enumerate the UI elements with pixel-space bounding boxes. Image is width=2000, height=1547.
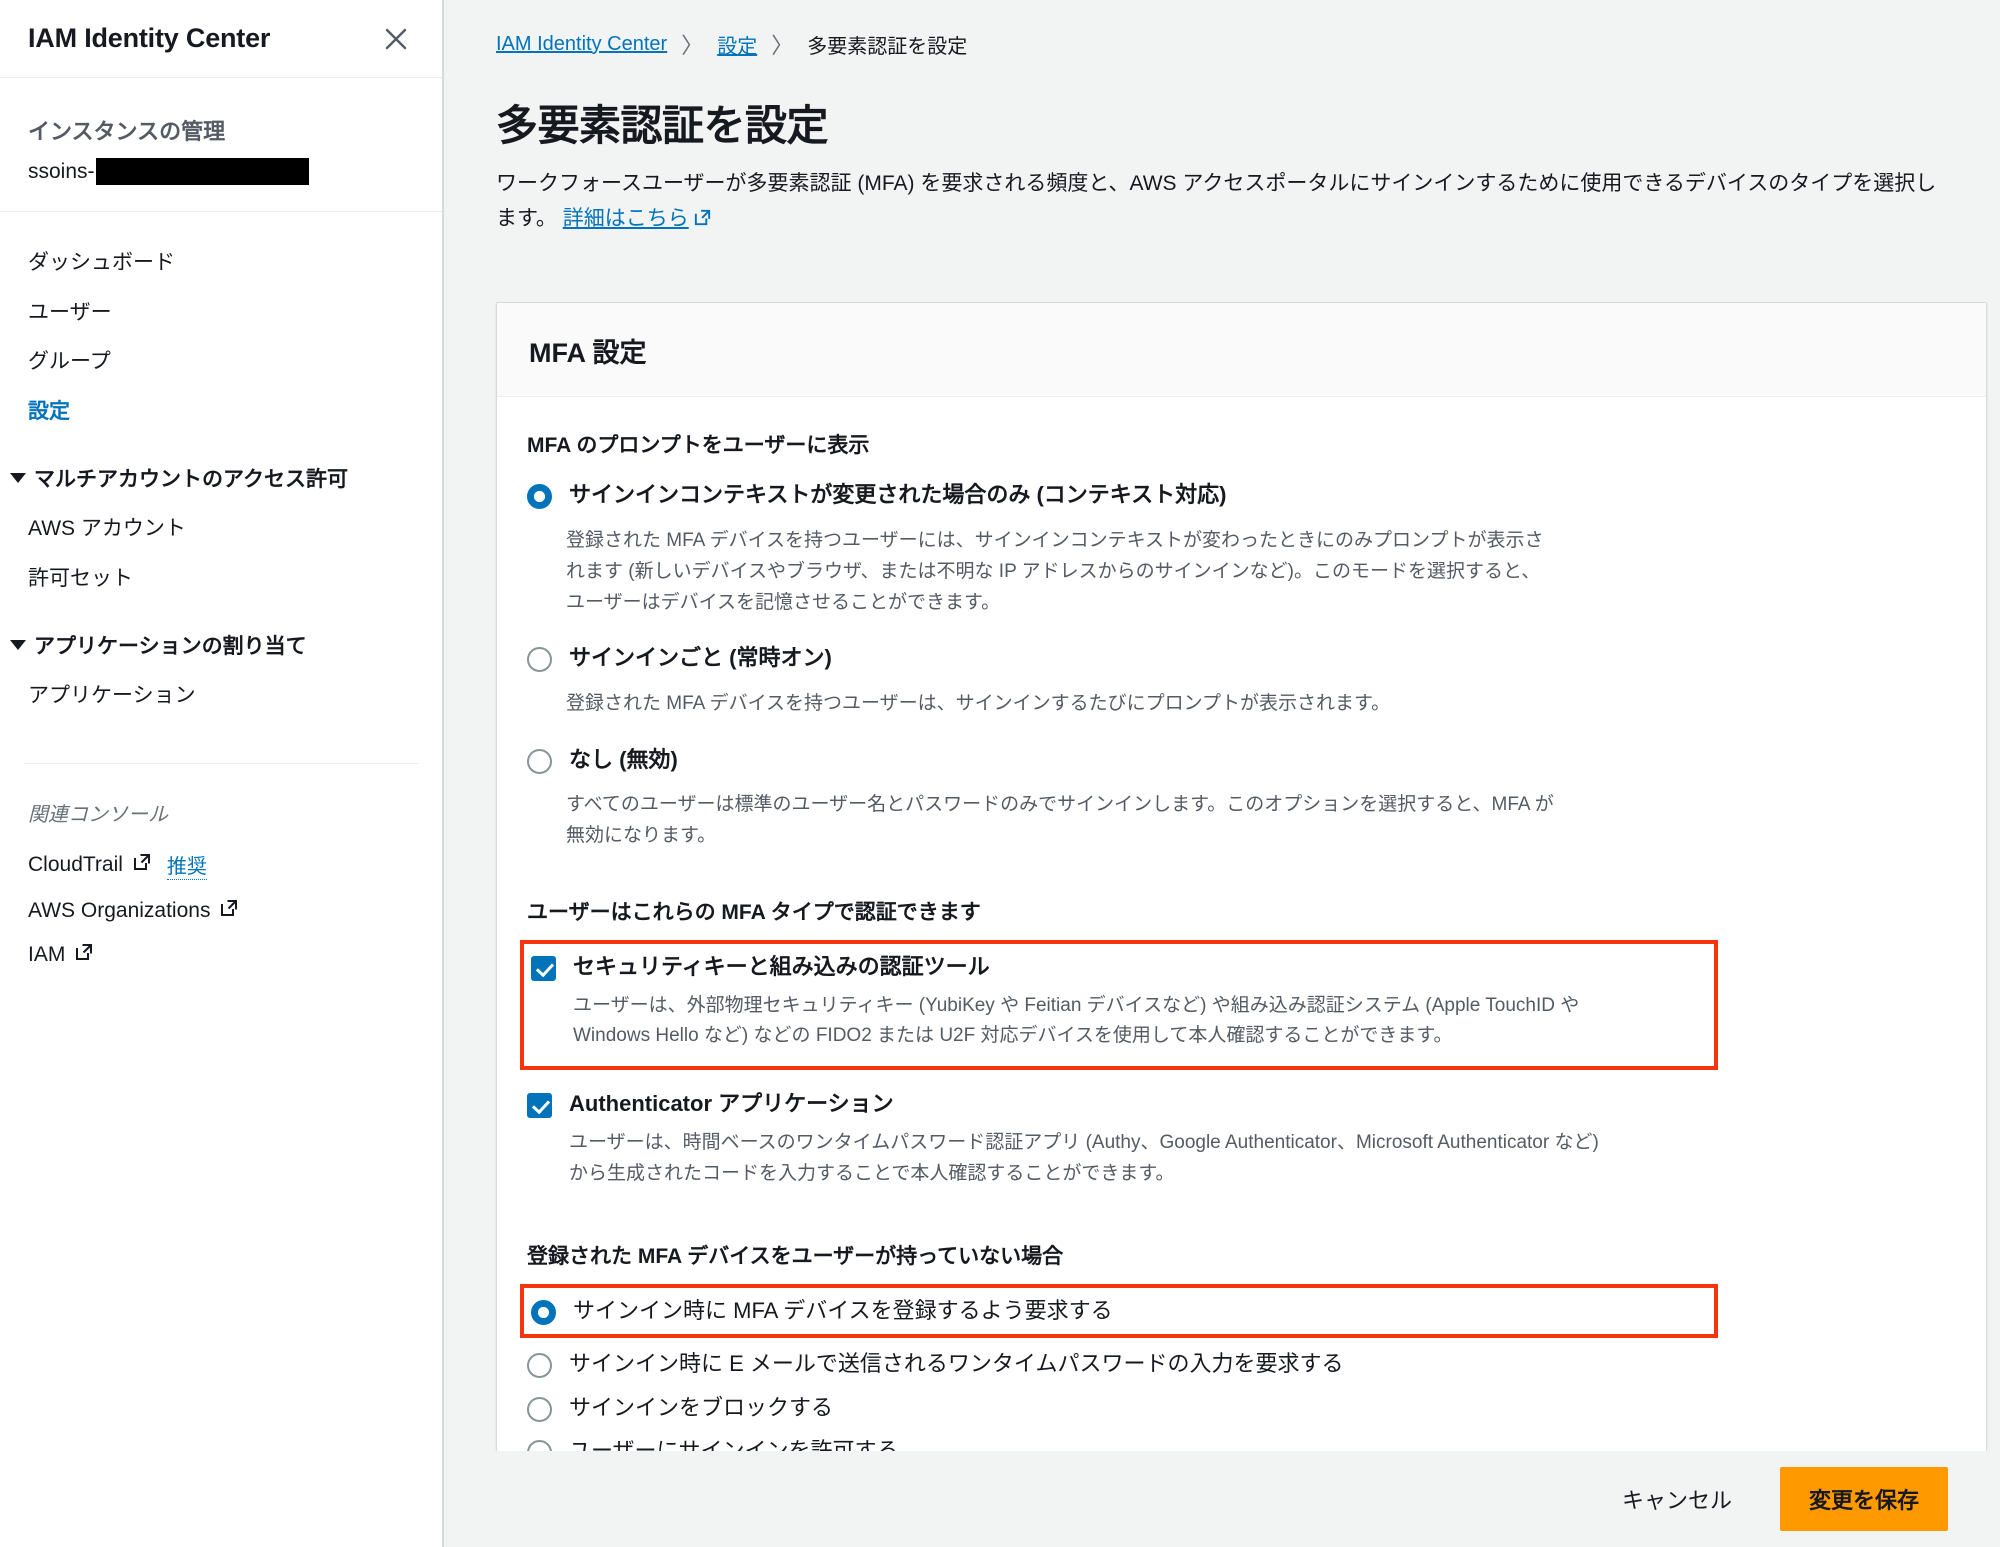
checkbox-option-security-key[interactable]: セキュリティキーと組み込みの認証ツール ユーザーは、外部物理セキュリティキー (… (520, 939, 1718, 1071)
sidebar-group-applications-label: アプリケーションの割り当て (34, 635, 307, 658)
radio-option-block-signin[interactable]: サインインをブロックする (527, 1386, 1956, 1430)
sidebar-item-permission-sets[interactable]: 許可セット (0, 554, 442, 604)
instance-block: インスタンスの管理 ssoins- (0, 78, 442, 212)
mfa-settings-card: MFA 設定 MFA のプロンプトをユーザーに表示 サインインコンテキストが変更… (496, 302, 1987, 1547)
breadcrumb-item-iam-identity-center[interactable]: IAM Identity Center (496, 33, 667, 56)
learn-more-link[interactable]: 詳細はこちら (563, 207, 689, 230)
chevron-down-icon (10, 473, 26, 483)
card-header: MFA 設定 (497, 303, 1986, 398)
save-changes-button[interactable]: 変更を保存 (1779, 1467, 1948, 1531)
main-content: IAM Identity Center 〉 設定 〉 多要素認証を設定 多要素認… (444, 0, 2000, 1547)
checkbox-option-authenticator-app[interactable]: Authenticator アプリケーション ユーザーは、時間ベースのワンタイム… (527, 1082, 1956, 1196)
related-link-cloudtrail[interactable]: CloudTrail 推奨 (28, 841, 414, 889)
breadcrumb-separator-icon: 〉 (681, 33, 704, 58)
checkbox-option-authenticator-app-label: Authenticator アプリケーション (569, 1091, 894, 1117)
section-label-no-device: 登録された MFA デバイスをユーザーが持っていない場合 (527, 1245, 1064, 1269)
checkbox-option-security-key-label: セキュリティキーと組み込みの認証ツール (573, 953, 990, 979)
radio-option-require-registration[interactable]: サインイン時に MFA デバイスを登録するよう要求する (520, 1284, 1718, 1339)
chevron-down-icon (10, 640, 26, 650)
external-link-icon (693, 204, 712, 239)
sidebar-nav: ダッシュボード ユーザー グループ 設定 マルチアカウントのアクセス許可 AWS… (0, 212, 442, 721)
checkbox-option-authenticator-app-description: ユーザーは、時間ベースのワンタイムパスワード認証アプリ (Authy、Googl… (569, 1131, 1599, 1184)
related-link-iam[interactable]: IAM (28, 933, 414, 977)
related-consoles: 関連コンソール CloudTrail 推奨 AWS Organizations (0, 764, 442, 977)
breadcrumb-separator-icon: 〉 (771, 33, 794, 58)
instance-label: インスタンスの管理 (28, 119, 226, 144)
breadcrumb: IAM Identity Center 〉 設定 〉 多要素認証を設定 (444, 0, 2000, 60)
card-title: MFA 設定 (529, 338, 647, 369)
instance-id: ssoins- (28, 158, 414, 185)
sidebar-item-applications[interactable]: アプリケーション (0, 671, 442, 721)
page-description: ワークフォースユーザーが多要素認証 (MFA) を要求される頻度と、AWS アク… (496, 167, 1956, 238)
radio-option-require-registration-label: サインイン時に MFA デバイスを登録するよう要求する (573, 1298, 1113, 1324)
sidebar-header: IAM Identity Center (0, 0, 442, 78)
radio-option-block-signin-label: サインインをブロックする (569, 1394, 834, 1420)
cancel-button[interactable]: キャンセル (1602, 1469, 1752, 1529)
radio-option-always-on-description: 登録された MFA デバイスを持つユーザーは、サインインするたびにプロンプトが表… (566, 692, 1391, 714)
radio-icon[interactable] (527, 748, 552, 774)
instance-id-prefix: ssoins- (28, 159, 95, 183)
related-link-cloudtrail-label: CloudTrail (28, 852, 123, 876)
radio-option-always-on[interactable]: サインインごと (常時オン) (527, 636, 1956, 680)
related-link-aws-organizations-label: AWS Organizations (28, 898, 211, 922)
sidebar-title: IAM Identity Center (28, 23, 271, 53)
sidebar-group-applications[interactable]: アプリケーションの割り当て (0, 621, 442, 669)
redacted-block (95, 158, 309, 185)
sidebar-item-groups[interactable]: グループ (0, 337, 442, 387)
external-link-icon (132, 852, 152, 878)
radio-icon[interactable] (527, 647, 552, 673)
sidebar-item-dashboard[interactable]: ダッシュボード (0, 238, 442, 288)
radio-icon[interactable] (527, 1353, 552, 1379)
radio-option-context-aware-description: 登録された MFA デバイスを持つユーザーには、サインインコンテキストが変わった… (566, 529, 1544, 613)
radio-option-none[interactable]: なし (無効) (527, 738, 1956, 782)
related-link-iam-label: IAM (28, 942, 66, 966)
sidebar-item-settings[interactable]: 設定 (0, 387, 442, 437)
page-title: 多要素認証を設定 (496, 102, 829, 149)
related-link-aws-organizations[interactable]: AWS Organizations (28, 889, 414, 933)
sidebar-group-multiaccount[interactable]: マルチアカウントのアクセス許可 (0, 454, 442, 502)
section-label-prompt: MFA のプロンプトをユーザーに表示 (527, 434, 870, 458)
checkbox-option-security-key-description: ユーザーは、外部物理セキュリティキー (YubiKey や Feitian デバ… (573, 994, 1580, 1047)
recommended-badge[interactable]: 推奨 (166, 850, 207, 880)
radio-option-email-otp-label: サインイン時に E メールで送信されるワンタイムパスワードの入力を要求する (569, 1351, 1344, 1377)
page-description-text: ワークフォースユーザーが多要素認証 (MFA) を要求される頻度と、AWS アク… (496, 172, 1937, 230)
radio-option-context-aware-label: サインインコンテキストが変更された場合のみ (コンテキスト対応) (569, 482, 1227, 508)
radio-option-none-description: すべてのユーザーは標準のユーザー名とパスワードのみでサインインします。このオプシ… (566, 794, 1554, 847)
radio-icon[interactable] (531, 1300, 556, 1326)
radio-option-always-on-label: サインインごと (常時オン) (569, 645, 832, 671)
card-body: MFA のプロンプトをユーザーに表示 サインインコンテキストが変更された場合のみ… (497, 397, 1986, 1547)
app-root: IAM Identity Center インスタンスの管理 ssoins- ダッ… (0, 0, 2000, 1547)
section-label-mfa-types: ユーザーはこれらの MFA タイプで認証できます (527, 900, 981, 924)
checkbox-icon[interactable] (527, 1093, 552, 1119)
sidebar-group-multiaccount-label: マルチアカウントのアクセス許可 (34, 468, 348, 491)
radio-group-prompt: サインインコンテキストが変更された場合のみ (コンテキスト対応) 登録された M… (527, 473, 1956, 852)
checkbox-group-mfa-types: セキュリティキーと組み込みの認証ツール ユーザーは、外部物理セキュリティキー (… (520, 939, 1956, 1196)
radio-icon[interactable] (527, 484, 552, 510)
sidebar-item-aws-accounts[interactable]: AWS アカウント (0, 504, 442, 554)
sidebar-item-users[interactable]: ユーザー (0, 288, 442, 338)
checkbox-icon[interactable] (531, 955, 556, 981)
sidebar: IAM Identity Center インスタンスの管理 ssoins- ダッ… (0, 0, 444, 1547)
page-header: 多要素認証を設定 ワークフォースユーザーが多要素認証 (MFA) を要求される頻… (444, 60, 2000, 238)
radio-icon[interactable] (527, 1396, 552, 1422)
radio-group-no-device: サインイン時に MFA デバイスを登録するよう要求する サインイン時に E メー… (520, 1284, 1956, 1473)
related-consoles-label: 関連コンソール (28, 803, 168, 826)
form-footer: キャンセル 変更を保存 (444, 1451, 2000, 1547)
breadcrumb-item-current: 多要素認証を設定 (807, 35, 968, 58)
radio-option-none-label: なし (無効) (569, 746, 678, 772)
external-link-icon (219, 898, 239, 924)
breadcrumb-item-settings[interactable]: 設定 (717, 30, 757, 59)
external-link-icon (74, 942, 94, 968)
radio-option-email-otp[interactable]: サインイン時に E メールで送信されるワンタイムパスワードの入力を要求する (527, 1342, 1956, 1386)
close-icon[interactable] (378, 21, 414, 57)
radio-option-context-aware[interactable]: サインインコンテキストが変更された場合のみ (コンテキスト対応) (527, 473, 1956, 517)
